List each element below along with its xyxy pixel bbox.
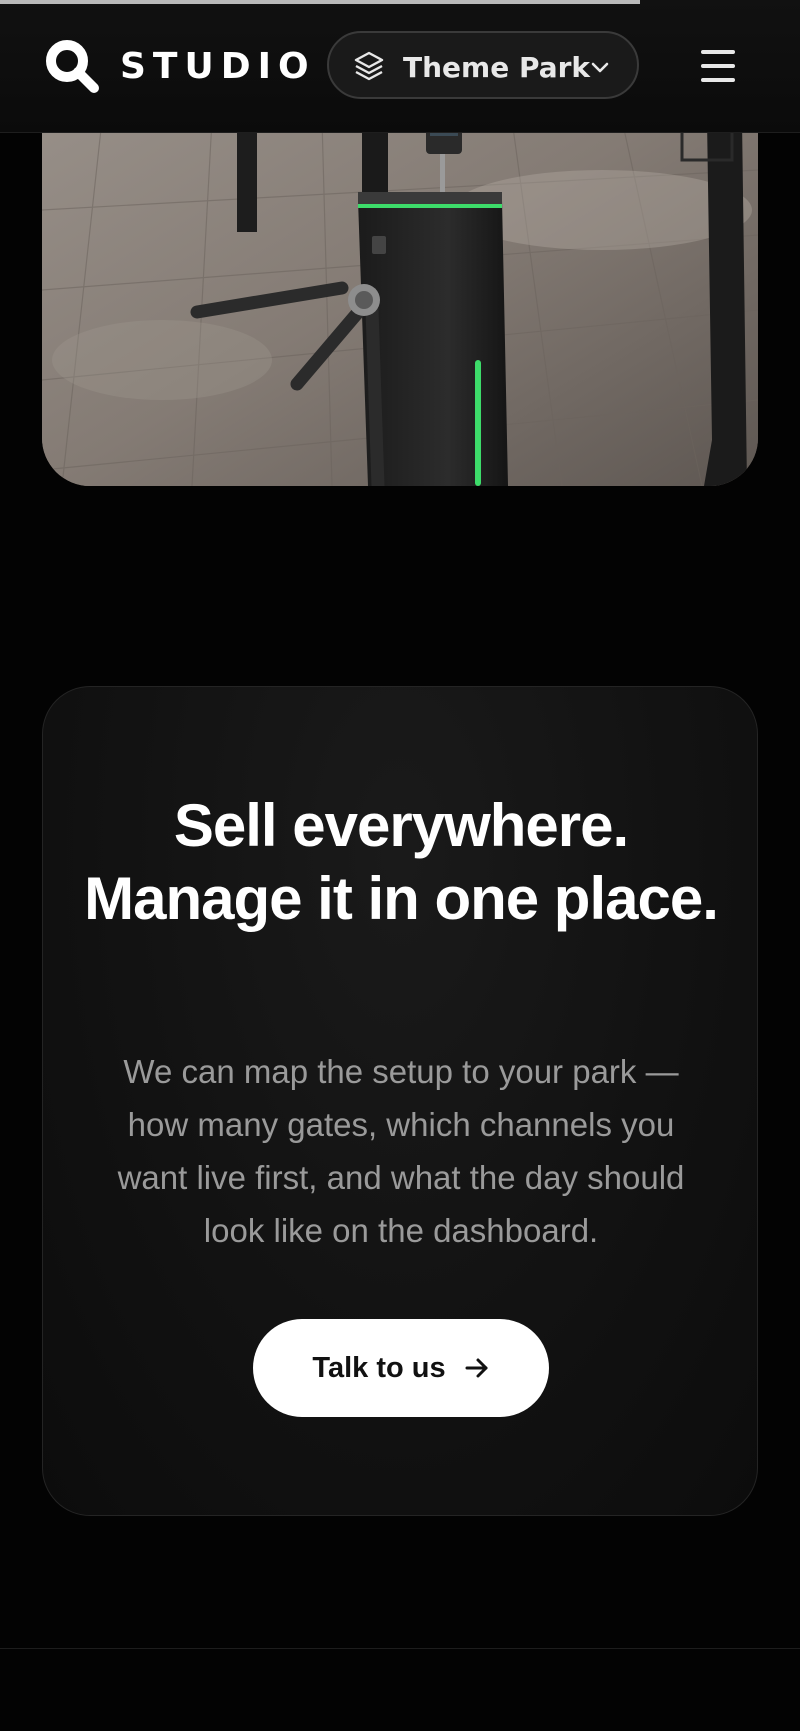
logo-link[interactable]: STUDIO <box>44 38 316 94</box>
site-header: STUDIO Theme Park <box>0 0 800 133</box>
scroll-progress-fill <box>0 0 640 4</box>
magnifier-logo-icon <box>44 38 100 94</box>
logo-wordmark: STUDIO <box>120 45 316 87</box>
arrow-right-icon <box>464 1355 490 1381</box>
footer-divider <box>0 1648 800 1649</box>
cta-title: Sell everywhere. Manage it in one place. <box>84 792 719 932</box>
scroll-progress-bar <box>0 0 800 4</box>
chevron-down-icon <box>588 55 612 79</box>
talk-to-us-label: Talk to us <box>312 1351 446 1384</box>
cta-card: Sell everywhere. Manage it in one place.… <box>42 686 758 1516</box>
cta-description: We can map the setup to your park — how … <box>117 1053 685 1249</box>
hamburger-menu-icon[interactable] <box>694 44 742 88</box>
vertical-selector-dropdown[interactable]: Theme Park <box>327 31 639 99</box>
layers-icon <box>353 50 385 82</box>
page: STUDIO Theme Park Sell everywhere. Manag… <box>0 0 800 1731</box>
selector-label: Theme Park <box>403 51 591 84</box>
talk-to-us-button[interactable]: Talk to us <box>253 1319 549 1417</box>
